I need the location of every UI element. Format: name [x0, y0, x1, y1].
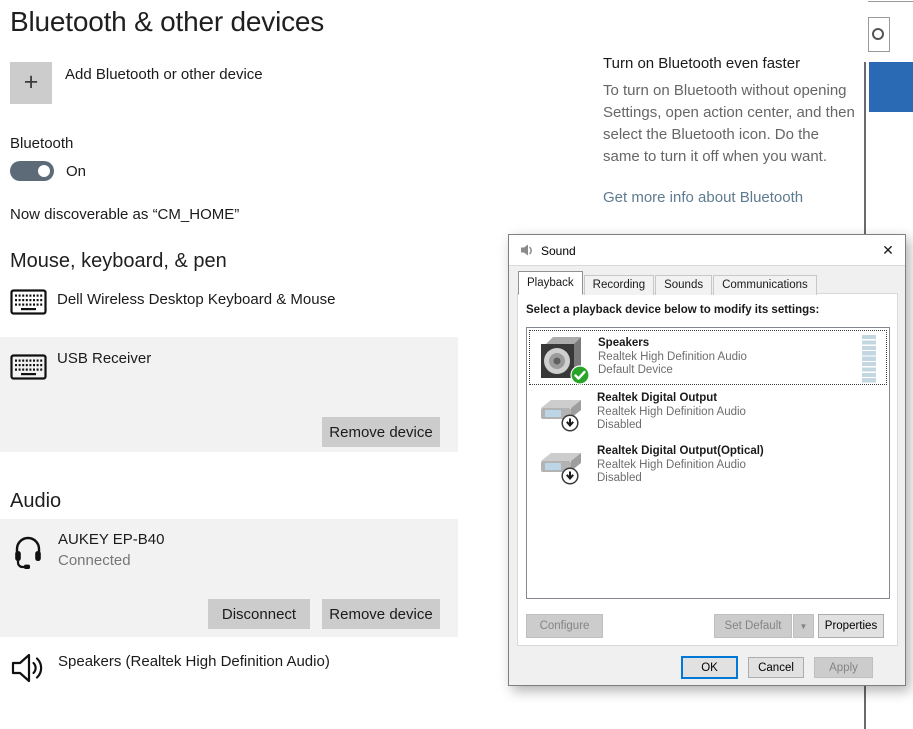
keyboard-icon — [10, 354, 47, 380]
bluetooth-toggle-state: On — [66, 163, 86, 180]
help-title: Turn on Bluetooth even faster — [603, 55, 800, 72]
bluetooth-label: Bluetooth — [10, 135, 73, 152]
default-device-check-icon — [570, 365, 590, 385]
sound-dialog: Sound ✕ Playback Recording Sounds Commun… — [508, 234, 906, 686]
cancel-button[interactable]: Cancel — [748, 657, 804, 678]
dialog-tabs: Playback Recording Sounds Communications — [518, 271, 817, 295]
device-name: Speakers (Realtek High Definition Audio) — [58, 653, 330, 670]
playback-tab-panel: Select a playback device below to modify… — [517, 293, 898, 646]
speaker-icon — [10, 651, 48, 685]
set-default-dropdown-icon[interactable]: ▼ — [793, 614, 814, 638]
device-status: Disabled — [597, 419, 642, 431]
page-title: Bluetooth & other devices — [10, 6, 324, 38]
device-name: Realtek Digital Output — [597, 392, 717, 404]
configure-button[interactable]: Configure — [526, 614, 603, 638]
bluetooth-info-link[interactable]: Get more info about Bluetooth — [603, 189, 803, 206]
background-window-edge — [868, 1, 913, 2]
bluetooth-toggle[interactable] — [10, 161, 54, 181]
volume-level-meter — [862, 335, 876, 383]
set-default-button[interactable]: Set Default — [714, 614, 792, 638]
device-status: Default Device — [598, 364, 673, 376]
device-item-realtek-digital-output[interactable]: Realtek Digital Output Realtek High Defi… — [529, 388, 887, 443]
playback-device-list: Speakers Realtek High Definition Audio D… — [526, 327, 890, 599]
disabled-arrow-icon — [561, 414, 579, 432]
device-item-realtek-digital-output-optical[interactable]: Realtek Digital Output(Optical) Realtek … — [529, 441, 887, 496]
device-row-aukey[interactable]: AUKEY EP-B40 Connected Disconnect Remove… — [0, 519, 458, 637]
add-device-label[interactable]: Add Bluetooth or other device — [65, 66, 263, 83]
discoverable-text: Now discoverable as “CM_HOME” — [10, 206, 239, 223]
device-status: Disabled — [597, 472, 642, 484]
search-icon — [872, 28, 884, 40]
instruction-text: Select a playback device below to modify… — [526, 304, 819, 316]
keyboard-icon — [10, 289, 47, 315]
device-name: Dell Wireless Desktop Keyboard & Mouse — [57, 291, 335, 308]
dialog-titlebar[interactable]: Sound ✕ — [509, 235, 905, 266]
tab-sounds[interactable]: Sounds — [655, 275, 712, 295]
tab-recording[interactable]: Recording — [584, 275, 654, 295]
background-window-blue-fragment — [869, 62, 913, 112]
remove-device-button[interactable]: Remove device — [322, 599, 440, 629]
device-name: USB Receiver — [57, 350, 151, 367]
ok-button[interactable]: OK — [681, 656, 738, 679]
plus-icon[interactable]: + — [10, 62, 52, 104]
device-status: Connected — [58, 552, 131, 569]
tab-playback[interactable]: Playback — [518, 271, 583, 295]
headset-icon — [13, 532, 43, 570]
section-heading-mouse-keyboard-pen: Mouse, keyboard, & pen — [10, 250, 227, 273]
dialog-title: Sound — [541, 244, 576, 258]
tab-communications[interactable]: Communications — [713, 275, 817, 295]
disconnect-button[interactable]: Disconnect — [208, 599, 310, 629]
device-row-usb-receiver[interactable]: USB Receiver Remove device — [0, 337, 458, 452]
device-name: Speakers — [598, 337, 649, 349]
apply-button[interactable]: Apply — [814, 657, 873, 678]
section-heading-audio: Audio — [10, 490, 61, 513]
close-icon[interactable]: ✕ — [873, 236, 903, 265]
help-body: To turn on Bluetooth without opening Set… — [603, 80, 857, 168]
device-description: Realtek High Definition Audio — [597, 406, 746, 418]
device-name: Realtek Digital Output(Optical) — [597, 445, 764, 457]
properties-button[interactable]: Properties — [818, 614, 884, 638]
toggle-knob-icon — [38, 165, 50, 177]
device-description: Realtek High Definition Audio — [597, 459, 746, 471]
remove-device-button[interactable]: Remove device — [322, 417, 440, 447]
sound-dialog-icon — [519, 242, 535, 258]
search-box-fragment[interactable] — [868, 17, 890, 52]
device-description: Realtek High Definition Audio — [598, 351, 747, 363]
device-item-speakers[interactable]: Speakers Realtek High Definition Audio D… — [529, 330, 887, 385]
disabled-arrow-icon — [561, 467, 579, 485]
device-name: AUKEY EP-B40 — [58, 531, 164, 548]
